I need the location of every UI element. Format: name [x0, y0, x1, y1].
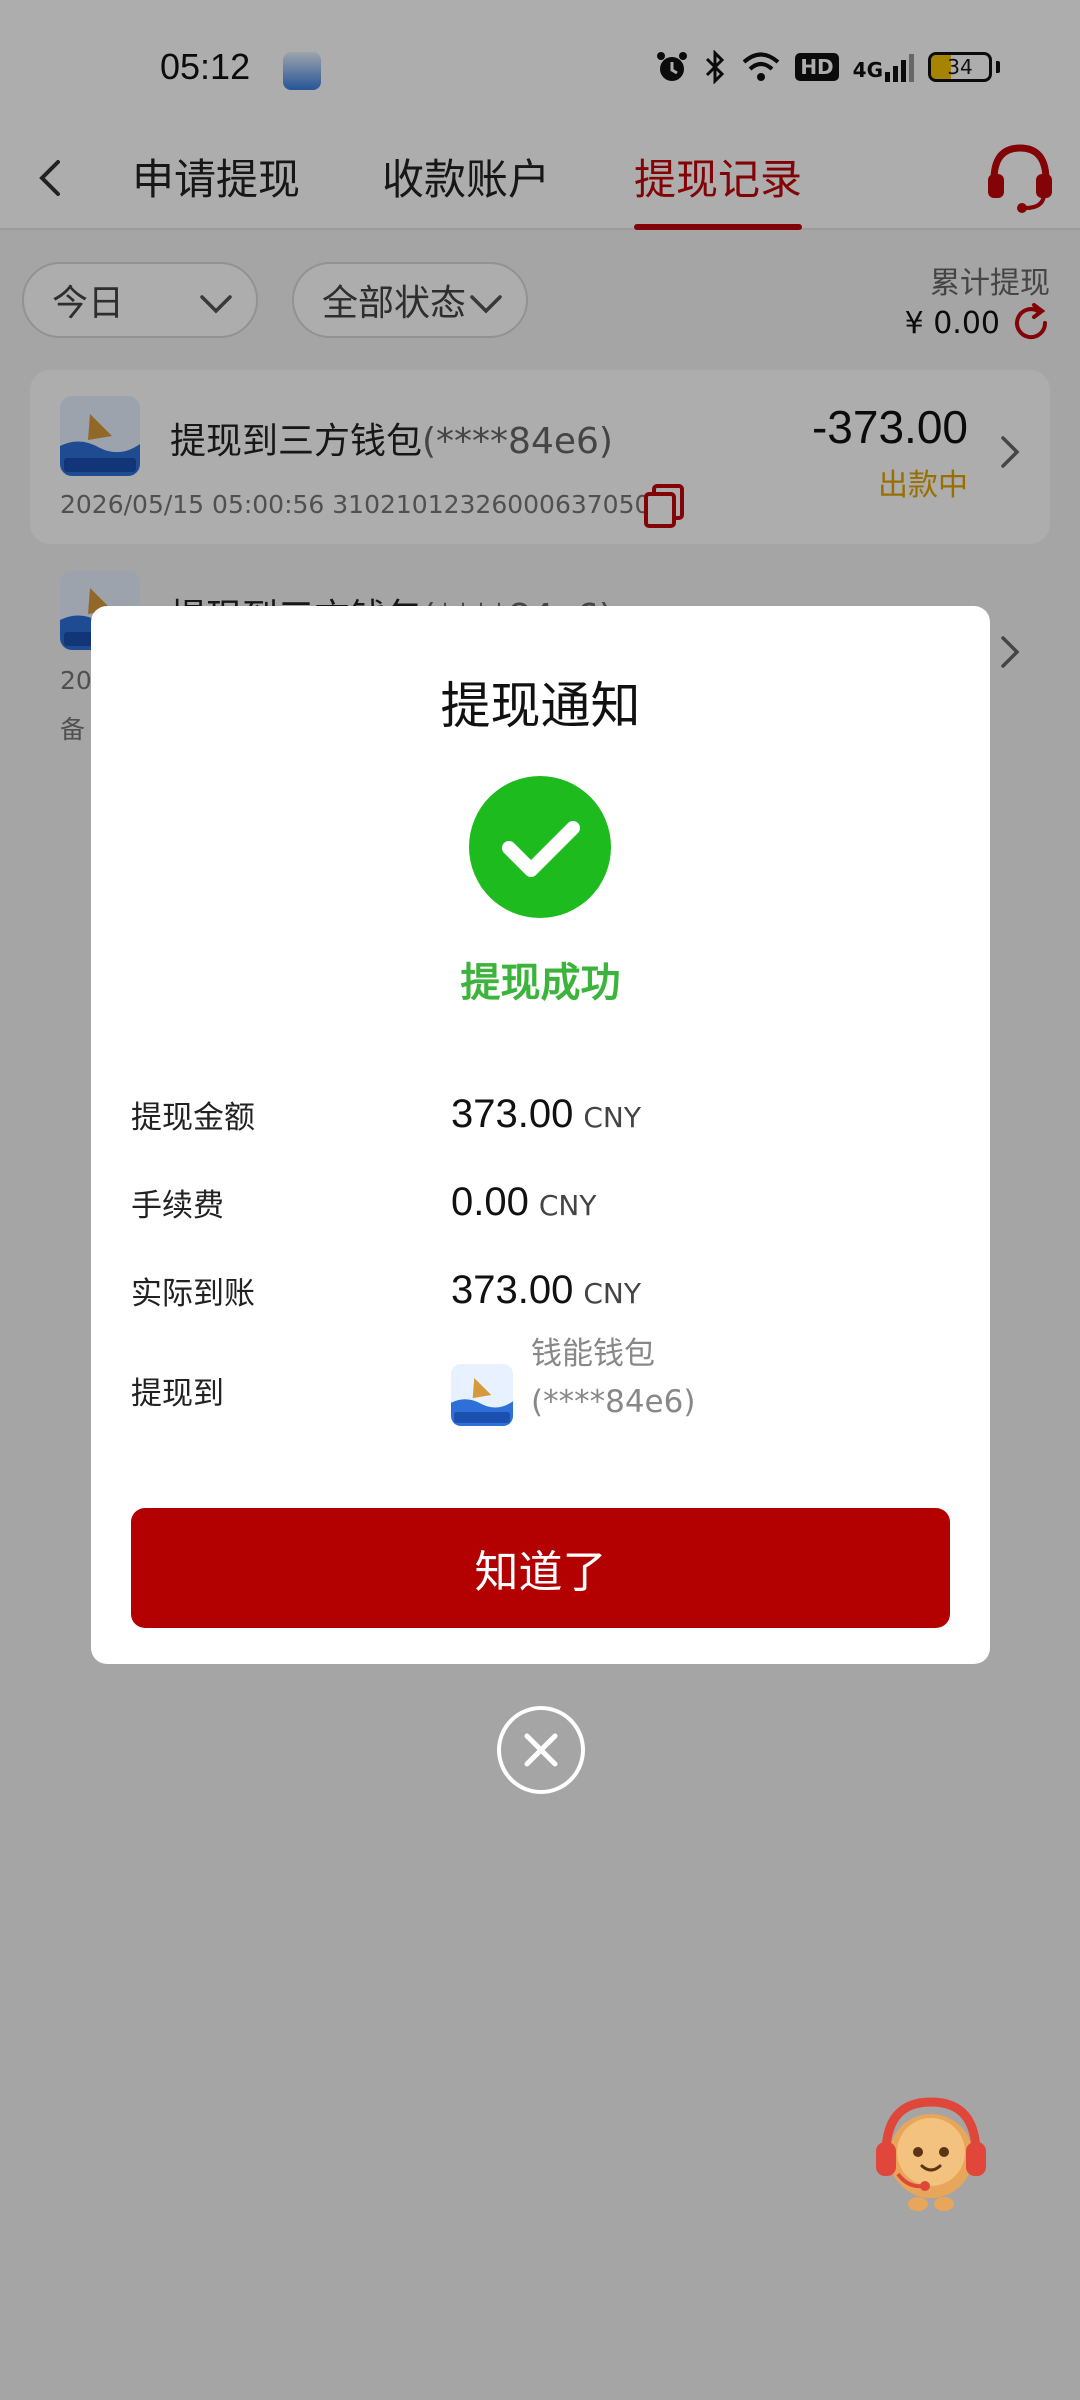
- success-check-icon: [469, 776, 611, 918]
- fee-currency: CNY: [538, 1188, 597, 1222]
- amount-label: 提现金额: [131, 1099, 255, 1136]
- destination-wallet-name: 钱能钱包: [531, 1336, 655, 1372]
- withdraw-notice-dialog: 提现通知 提现成功 提现金额 373.00 CNY 手续费 0.00 CNY 实…: [91, 606, 990, 1664]
- dialog-title: 提现通知: [440, 677, 641, 735]
- fee-value: 0.00: [451, 1179, 529, 1224]
- close-icon: [524, 1733, 558, 1767]
- actual-received-currency: CNY: [583, 1276, 641, 1310]
- amount-value: 373.00: [451, 1091, 574, 1136]
- fee-row: 手续费 0.00 CNY: [131, 1172, 950, 1232]
- actual-received-value: 373.00: [451, 1267, 574, 1312]
- confirm-button[interactable]: 知道了: [131, 1508, 950, 1628]
- fee-label: 手续费: [131, 1187, 224, 1224]
- actual-received-row: 实际到账 373.00 CNY: [131, 1260, 950, 1320]
- battery-level: 34: [947, 55, 973, 79]
- withdraw-destination-row: 提现到 钱能钱包 (****84e6): [131, 1328, 950, 1448]
- destination-account: (****84e6): [531, 1384, 696, 1420]
- destination-label: 提现到: [131, 1376, 224, 1412]
- withdraw-result-status: 提现成功: [460, 960, 621, 1006]
- wallet-logo: [451, 1364, 513, 1426]
- amount-currency: CNY: [583, 1100, 641, 1134]
- amount-row: 提现金额 373.00 CNY: [131, 1084, 950, 1144]
- support-mascot-icon[interactable]: [868, 2090, 994, 2216]
- actual-received-label: 实际到账: [131, 1275, 255, 1312]
- close-dialog-button[interactable]: [497, 1706, 585, 1794]
